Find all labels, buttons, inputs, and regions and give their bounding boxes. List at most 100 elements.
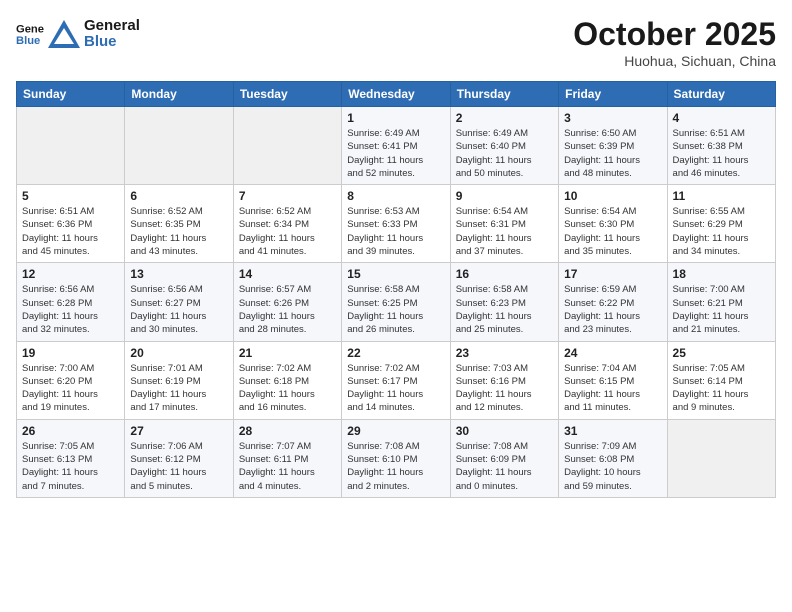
day-detail: Sunrise: 6:52 AM Sunset: 6:35 PM Dayligh… (130, 205, 227, 258)
calendar-day-cell: 31Sunrise: 7:09 AM Sunset: 6:08 PM Dayli… (559, 419, 667, 497)
day-number: 24 (564, 346, 661, 360)
logo: General Blue General Blue (16, 16, 140, 52)
calendar-day-cell: 27Sunrise: 7:06 AM Sunset: 6:12 PM Dayli… (125, 419, 233, 497)
calendar-week-row: 26 Sunrise: 7:05 AM Sunset: 6:13 PM Dayli… (17, 419, 776, 497)
calendar-week-row: 12Sunrise: 6:56 AM Sunset: 6:28 PM Dayli… (17, 263, 776, 341)
day-detail: Sunrise: 7:05 AM Sunset: 6:14 PM Dayligh… (673, 362, 770, 415)
day-detail: Sunrise: 6:55 AM Sunset: 6:29 PM Dayligh… (673, 205, 770, 258)
day-number: 11 (673, 189, 770, 203)
calendar-day-cell: 5 Sunrise: 6:51 AM Sunset: 6:36 PM Daylig… (17, 185, 125, 263)
calendar-day-cell: 8 Sunrise: 6:53 AM Sunset: 6:33 PM Daylig… (342, 185, 450, 263)
calendar-day-cell: 10 Sunrise: 6:54 AM Sunset: 6:30 PM Dayli… (559, 185, 667, 263)
day-detail: Sunrise: 6:53 AM Sunset: 6:33 PM Dayligh… (347, 205, 444, 258)
day-detail: Sunrise: 6:51 AM Sunset: 6:38 PM Dayligh… (673, 127, 770, 180)
weekday-header: Wednesday (342, 82, 450, 107)
day-detail: Sunrise: 6:49 AM Sunset: 6:41 PM Dayligh… (347, 127, 444, 180)
day-number: 9 (456, 189, 553, 203)
calendar-week-row: 19Sunrise: 7:00 AM Sunset: 6:20 PM Dayli… (17, 341, 776, 419)
calendar-day-cell: 23Sunrise: 7:03 AM Sunset: 6:16 PM Dayli… (450, 341, 558, 419)
calendar-day-cell: 6 Sunrise: 6:52 AM Sunset: 6:35 PM Daylig… (125, 185, 233, 263)
day-number: 10 (564, 189, 661, 203)
day-detail: Sunrise: 6:49 AM Sunset: 6:40 PM Dayligh… (456, 127, 553, 180)
day-number: 8 (347, 189, 444, 203)
logo-triangle-icon (46, 16, 82, 52)
calendar-day-cell: 3Sunrise: 6:50 AM Sunset: 6:39 PM Daylig… (559, 107, 667, 185)
day-number: 22 (347, 346, 444, 360)
calendar-day-cell: 29 Sunrise: 7:08 AM Sunset: 6:10 PM Dayli… (342, 419, 450, 497)
day-number: 28 (239, 424, 336, 438)
calendar-day-cell: 15 Sunrise: 6:58 AM Sunset: 6:25 PM Dayli… (342, 263, 450, 341)
calendar-day-cell: 20 Sunrise: 7:01 AM Sunset: 6:19 PM Dayli… (125, 341, 233, 419)
calendar-table: SundayMondayTuesdayWednesdayThursdayFrid… (16, 81, 776, 498)
logo-line1: General (84, 18, 140, 35)
day-number: 23 (456, 346, 553, 360)
calendar-day-cell: 1 Sunrise: 6:49 AM Sunset: 6:41 PM Daylig… (342, 107, 450, 185)
calendar-day-cell: 30 Sunrise: 7:08 AM Sunset: 6:09 PM Dayli… (450, 419, 558, 497)
month-title: October 2025 (573, 16, 776, 53)
calendar-day-cell (667, 419, 775, 497)
day-number: 26 (22, 424, 119, 438)
calendar-day-cell: 11 Sunrise: 6:55 AM Sunset: 6:29 PM Dayli… (667, 185, 775, 263)
calendar-day-cell: 4 Sunrise: 6:51 AM Sunset: 6:38 PM Daylig… (667, 107, 775, 185)
day-detail: Sunrise: 6:52 AM Sunset: 6:34 PM Dayligh… (239, 205, 336, 258)
day-detail: Sunrise: 7:08 AM Sunset: 6:10 PM Dayligh… (347, 440, 444, 493)
calendar-day-cell (125, 107, 233, 185)
day-detail: Sunrise: 6:58 AM Sunset: 6:25 PM Dayligh… (347, 283, 444, 336)
calendar-day-cell (233, 107, 341, 185)
calendar-day-cell: 18Sunrise: 7:00 AM Sunset: 6:21 PM Dayli… (667, 263, 775, 341)
weekday-header: Thursday (450, 82, 558, 107)
day-detail: Sunrise: 7:00 AM Sunset: 6:20 PM Dayligh… (22, 362, 119, 415)
day-detail: Sunrise: 7:07 AM Sunset: 6:11 PM Dayligh… (239, 440, 336, 493)
calendar-day-cell: 13 Sunrise: 6:56 AM Sunset: 6:27 PM Dayli… (125, 263, 233, 341)
calendar-day-cell: 25 Sunrise: 7:05 AM Sunset: 6:14 PM Dayli… (667, 341, 775, 419)
day-number: 7 (239, 189, 336, 203)
calendar-day-cell: 24 Sunrise: 7:04 AM Sunset: 6:15 PM Dayli… (559, 341, 667, 419)
calendar-day-cell: 28 Sunrise: 7:07 AM Sunset: 6:11 PM Dayli… (233, 419, 341, 497)
day-detail: Sunrise: 7:01 AM Sunset: 6:19 PM Dayligh… (130, 362, 227, 415)
day-number: 30 (456, 424, 553, 438)
day-number: 13 (130, 267, 227, 281)
day-number: 27 (130, 424, 227, 438)
calendar-header-row: SundayMondayTuesdayWednesdayThursdayFrid… (17, 82, 776, 107)
weekday-header: Saturday (667, 82, 775, 107)
day-detail: Sunrise: 6:54 AM Sunset: 6:31 PM Dayligh… (456, 205, 553, 258)
calendar-day-cell: 9 Sunrise: 6:54 AM Sunset: 6:31 PM Daylig… (450, 185, 558, 263)
weekday-header: Sunday (17, 82, 125, 107)
day-number: 15 (347, 267, 444, 281)
weekday-header: Friday (559, 82, 667, 107)
calendar-day-cell: 16Sunrise: 6:58 AM Sunset: 6:23 PM Dayli… (450, 263, 558, 341)
day-number: 25 (673, 346, 770, 360)
calendar-week-row: 1 Sunrise: 6:49 AM Sunset: 6:41 PM Daylig… (17, 107, 776, 185)
day-detail: Sunrise: 7:04 AM Sunset: 6:15 PM Dayligh… (564, 362, 661, 415)
calendar-day-cell: 17Sunrise: 6:59 AM Sunset: 6:22 PM Dayli… (559, 263, 667, 341)
weekday-header: Tuesday (233, 82, 341, 107)
logo-line2: Blue (84, 34, 140, 51)
calendar-day-cell: 21 Sunrise: 7:02 AM Sunset: 6:18 PM Dayli… (233, 341, 341, 419)
day-number: 4 (673, 111, 770, 125)
day-number: 14 (239, 267, 336, 281)
calendar-day-cell: 19Sunrise: 7:00 AM Sunset: 6:20 PM Dayli… (17, 341, 125, 419)
day-detail: Sunrise: 7:00 AM Sunset: 6:21 PM Dayligh… (673, 283, 770, 336)
day-detail: Sunrise: 6:59 AM Sunset: 6:22 PM Dayligh… (564, 283, 661, 336)
day-number: 6 (130, 189, 227, 203)
day-number: 12 (22, 267, 119, 281)
logo-icon: General Blue (16, 20, 44, 48)
day-detail: Sunrise: 6:56 AM Sunset: 6:27 PM Dayligh… (130, 283, 227, 336)
page-header: General Blue General Blue October 2025 H… (16, 16, 776, 69)
weekday-header: Monday (125, 82, 233, 107)
title-block: October 2025 Huohua, Sichuan, China (573, 16, 776, 69)
day-detail: Sunrise: 7:09 AM Sunset: 6:08 PM Dayligh… (564, 440, 661, 493)
calendar-day-cell: 26 Sunrise: 7:05 AM Sunset: 6:13 PM Dayli… (17, 419, 125, 497)
day-number: 21 (239, 346, 336, 360)
day-number: 29 (347, 424, 444, 438)
day-detail: Sunrise: 6:54 AM Sunset: 6:30 PM Dayligh… (564, 205, 661, 258)
day-detail: Sunrise: 7:08 AM Sunset: 6:09 PM Dayligh… (456, 440, 553, 493)
day-detail: Sunrise: 6:51 AM Sunset: 6:36 PM Dayligh… (22, 205, 119, 258)
day-number: 16 (456, 267, 553, 281)
day-detail: Sunrise: 7:05 AM Sunset: 6:13 PM Dayligh… (22, 440, 119, 493)
day-detail: Sunrise: 7:02 AM Sunset: 6:18 PM Dayligh… (239, 362, 336, 415)
day-number: 20 (130, 346, 227, 360)
day-number: 5 (22, 189, 119, 203)
day-number: 1 (347, 111, 444, 125)
calendar-day-cell: 7 Sunrise: 6:52 AM Sunset: 6:34 PM Daylig… (233, 185, 341, 263)
